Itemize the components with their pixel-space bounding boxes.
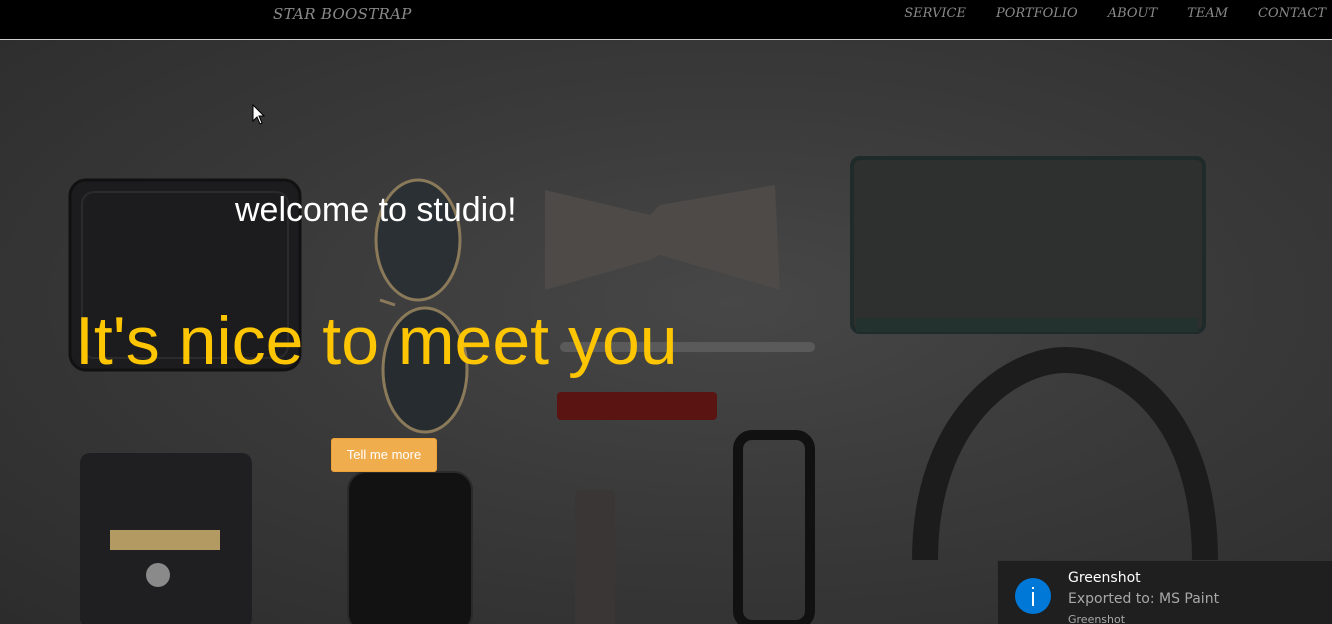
- notification-message: Exported to: MS Paint: [1068, 591, 1220, 607]
- welcome-heading: welcome to studio!: [235, 191, 517, 229]
- info-icon: [1015, 578, 1051, 614]
- navbar: STAR BOOSTRAP SERVICE PORTFOLIO ABOUT TE…: [0, 0, 1332, 40]
- nav-link-service[interactable]: SERVICE: [904, 6, 966, 21]
- nav-links: SERVICE PORTFOLIO ABOUT TEAM CONTACT: [874, 6, 1326, 21]
- page: STAR BOOSTRAP SERVICE PORTFOLIO ABOUT TE…: [0, 0, 1332, 624]
- nav-link-team[interactable]: TEAM: [1187, 6, 1228, 21]
- hero-tagline: It's nice to meet you: [75, 303, 678, 379]
- brand-logo[interactable]: STAR BOOSTRAP: [273, 5, 412, 23]
- tell-me-more-button[interactable]: Tell me more: [331, 438, 437, 472]
- nav-link-about[interactable]: ABOUT: [1108, 6, 1157, 21]
- nav-link-portfolio[interactable]: PORTFOLIO: [996, 6, 1078, 21]
- notification-app-name: Greenshot: [1068, 613, 1126, 624]
- notification-title: Greenshot: [1068, 570, 1141, 586]
- hero-section: welcome to studio! It's nice to meet you…: [0, 40, 1332, 624]
- nav-link-contact[interactable]: CONTACT: [1258, 6, 1326, 21]
- mouse-cursor-icon: [252, 104, 266, 125]
- notification-toast[interactable]: Greenshot Exported to: MS Paint Greensho…: [997, 560, 1332, 624]
